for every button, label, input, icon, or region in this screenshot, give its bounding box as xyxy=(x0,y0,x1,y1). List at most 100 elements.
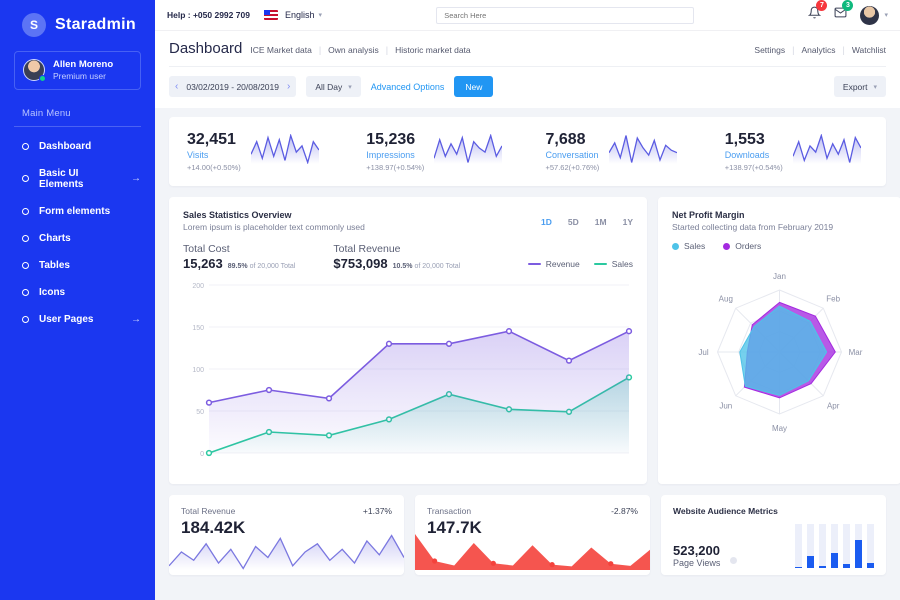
total-cost-note: of 20,000 Total xyxy=(250,263,296,270)
stat-delta: +14.00(+0.50%) xyxy=(187,163,241,172)
sidebar-item-label: Charts xyxy=(39,233,131,244)
sidebar-item-form-elements[interactable]: Form elements xyxy=(0,198,155,225)
svg-text:Feb: Feb xyxy=(826,295,840,304)
menu-divider xyxy=(14,126,141,127)
messages-button[interactable]: 3 xyxy=(834,6,847,24)
next-range-icon[interactable]: › xyxy=(287,81,290,92)
notifications-button[interactable]: 7 xyxy=(808,6,821,24)
breadcrumb-item[interactable]: Historic market data xyxy=(395,45,471,55)
chevron-down-icon: ▾ xyxy=(884,11,888,19)
stat-card: 32,451 Visits +14.00(+0.50%) xyxy=(169,131,348,172)
export-label: Export xyxy=(843,82,868,92)
total-cost-value: 15,263 xyxy=(183,256,223,271)
audience-card-title: Website Audience Metrics xyxy=(673,506,874,516)
sidebar-item-user-pages[interactable]: User Pages → xyxy=(0,306,155,333)
radar-card-title: Net Profit Margin xyxy=(672,210,887,220)
sidebar-item-dashboard[interactable]: Dashboard xyxy=(0,133,155,160)
circle-icon xyxy=(22,289,29,296)
bar-fill xyxy=(855,540,862,568)
svg-text:50: 50 xyxy=(196,409,204,416)
range-tab-1Y[interactable]: 1Y xyxy=(623,217,633,227)
bottom-row: Total Revenue +1.37% 184.42K Transaction… xyxy=(169,495,886,575)
profile-role: Premium user xyxy=(53,71,113,82)
bar-fill xyxy=(819,566,826,568)
sidebar-item-basic-ui-elements[interactable]: Basic UI Elements → xyxy=(0,160,155,198)
range-tab-5D[interactable]: 5D xyxy=(568,217,579,227)
sidebar-item-tables[interactable]: Tables xyxy=(0,252,155,279)
sidebar-profile-card[interactable]: Allen Moreno Premium user xyxy=(14,51,141,90)
online-status-dot xyxy=(39,75,46,82)
transaction-chart xyxy=(415,534,650,575)
stat-label: Conversation xyxy=(546,150,600,160)
legend-item: Sales xyxy=(672,241,705,251)
range-tab-1M[interactable]: 1M xyxy=(595,217,607,227)
brand-logo-area[interactable]: S Staradmin xyxy=(0,0,155,37)
circle-icon xyxy=(22,316,29,323)
date-range-picker[interactable]: ‹ 03/02/2019 - 20/08/2019 › xyxy=(169,76,296,97)
sidebar-item-label: User Pages xyxy=(39,314,121,325)
advanced-options-link[interactable]: Advanced Options xyxy=(371,82,445,92)
sidebar-item-label: Basic UI Elements xyxy=(39,168,121,190)
total-revenue-block: Total Revenue $753,098 10.5% of 20,000 T… xyxy=(333,243,460,271)
header-avatar xyxy=(860,6,879,25)
sidebar: S Staradmin Allen Moreno Premium user Ma… xyxy=(0,0,155,600)
breadcrumb-divider: | xyxy=(386,45,388,55)
legend-swatch xyxy=(528,263,541,265)
new-button[interactable]: New xyxy=(454,76,493,97)
svg-text:Mar: Mar xyxy=(849,348,863,357)
sidebar-item-charts[interactable]: Charts xyxy=(0,225,155,252)
legend-swatch xyxy=(723,243,730,250)
bar-track xyxy=(855,524,862,568)
bar-track xyxy=(843,524,850,568)
filter-toolbar: ‹ 03/02/2019 - 20/08/2019 › All Day ▾ Ad… xyxy=(169,67,886,108)
date-range-value: 03/02/2019 - 20/08/2019 xyxy=(186,82,279,92)
stat-label: Visits xyxy=(187,150,241,160)
export-button[interactable]: Export ▾ xyxy=(834,76,886,97)
sidebar-item-label: Dashboard xyxy=(39,141,131,152)
radar-card-subtitle: Started collecting data from February 20… xyxy=(672,222,887,232)
brand-name: Staradmin xyxy=(55,16,136,34)
us-flag-icon xyxy=(264,10,278,20)
total-revenue-pct: 10.5% xyxy=(393,263,413,270)
stat-sparkline xyxy=(793,134,861,169)
profile-menu-button[interactable]: ▾ xyxy=(860,6,888,25)
prev-range-icon[interactable]: ‹ xyxy=(175,81,178,92)
circle-icon xyxy=(22,175,29,182)
stat-card: 1,553 Downloads +138.97(+0.54%) xyxy=(707,131,886,172)
audience-subtitle: Page Views xyxy=(673,558,720,568)
menu-section-title: Main Menu xyxy=(22,108,155,119)
bar-track xyxy=(831,524,838,568)
sidebar-item-label: Tables xyxy=(39,260,131,271)
breadcrumb-item[interactable]: Own analysis xyxy=(328,45,379,55)
stat-value: 15,236 xyxy=(366,131,424,149)
radar-chart: JanFebMarAprMayJunJulAug xyxy=(672,255,887,450)
total-revenue-label: Total Revenue xyxy=(333,243,460,255)
chevron-down-icon: ▾ xyxy=(873,83,877,91)
header-link-watchlist[interactable]: Watchlist xyxy=(852,45,886,55)
sidebar-nav: Dashboard Basic UI Elements → Form eleme… xyxy=(0,133,155,333)
net-profit-margin-card: Net Profit Margin Started collecting dat… xyxy=(658,197,900,484)
day-filter-select[interactable]: All Day ▾ xyxy=(306,76,360,97)
sidebar-item-icons[interactable]: Icons xyxy=(0,279,155,306)
total-cost-label: Total Cost xyxy=(183,243,295,255)
search-input[interactable] xyxy=(436,7,694,24)
stat-card: 7,688 Conversation +57.62(+0.76%) xyxy=(528,131,707,172)
range-tab-1D[interactable]: 1D xyxy=(541,217,552,227)
stat-label: Downloads xyxy=(725,150,783,160)
bar-fill xyxy=(831,553,838,568)
brand-initial-icon: S xyxy=(22,13,46,37)
stats-card: 32,451 Visits +14.00(+0.50%) 15,236 Impr… xyxy=(169,117,886,186)
radar-legend: Sales Orders xyxy=(672,241,887,251)
language-selector[interactable]: English ▾ xyxy=(285,10,322,20)
header-link-settings[interactable]: Settings xyxy=(754,45,785,55)
bar-fill xyxy=(807,556,814,568)
total-revenue-chart xyxy=(169,534,404,575)
help-phone: Help : +050 2992 709 xyxy=(167,10,250,20)
header-link-analytics[interactable]: Analytics xyxy=(801,45,835,55)
svg-text:0: 0 xyxy=(200,451,204,458)
link-divider: | xyxy=(842,45,844,55)
breadcrumb-item[interactable]: ICE Market data xyxy=(250,45,311,55)
total-revenue-value: $753,098 xyxy=(333,256,387,271)
legend-item: Orders xyxy=(723,241,761,251)
topbar: Help : +050 2992 709 English ▾ 7 3 xyxy=(155,0,900,31)
